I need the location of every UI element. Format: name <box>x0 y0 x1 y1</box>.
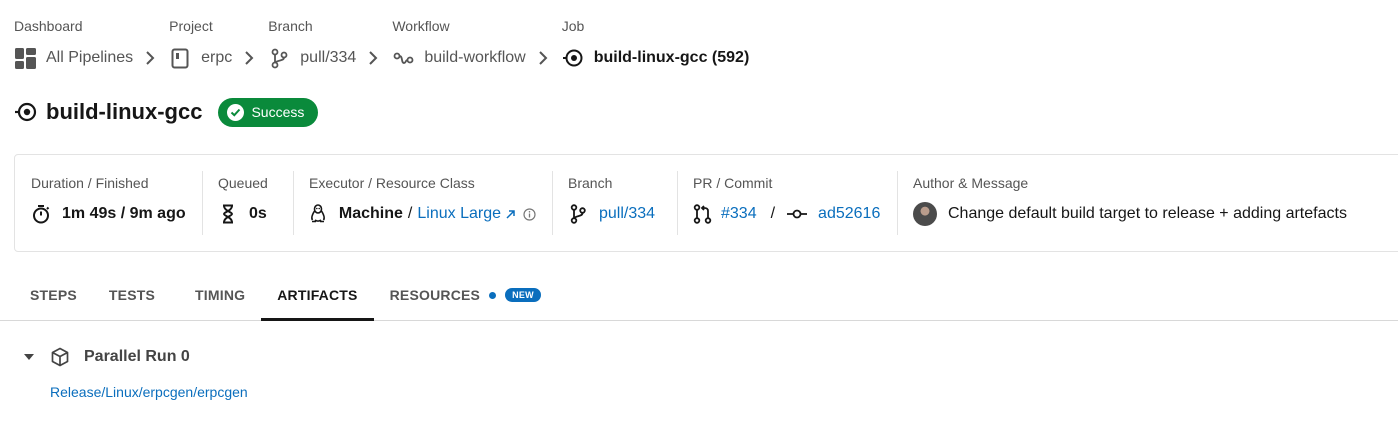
author-cell: Author & Message Change default build ta… <box>897 155 1397 251</box>
chevron-right-icon <box>242 47 256 69</box>
tab-label: STEPS <box>30 287 77 303</box>
breadcrumb-text: build-workflow <box>424 49 526 66</box>
breadcrumb-text-current: build-linux-gcc (592) <box>593 49 750 66</box>
breadcrumb-dashboard: Dashboard All Pipelines <box>14 18 133 69</box>
breadcrumb: Dashboard All Pipelines Project erpc Bra… <box>14 18 749 69</box>
repository-icon <box>169 47 191 69</box>
info-icon[interactable] <box>523 207 536 221</box>
executor-value-row: Machine / Linux Large <box>309 203 536 225</box>
breadcrumb-label: Branch <box>268 18 313 34</box>
workflow-icon <box>392 47 414 69</box>
executor-cell: Executor / Resource Class Machine / Linu… <box>293 155 552 251</box>
commit-message: Change default build target to release +… <box>948 205 1347 222</box>
job-icon <box>562 47 584 69</box>
commit-link[interactable]: ad52616 <box>818 205 880 223</box>
tab-timing[interactable]: TIMING <box>179 270 261 320</box>
queued-value-row: 0s <box>218 203 277 225</box>
pr-commit-value-row: #334 / ad52616 <box>693 203 881 225</box>
job-info-panel: Duration / Finished 1m 49s / 9m ago Queu… <box>14 154 1398 252</box>
branch-value-row: pull/334 <box>568 203 661 225</box>
duration-label: Duration / Finished <box>31 175 149 191</box>
parallel-run-header[interactable]: Parallel Run 0 <box>22 346 190 368</box>
git-branch-icon <box>268 47 290 69</box>
breadcrumb-label: Workflow <box>392 18 450 34</box>
breadcrumb-project: Project erpc <box>169 18 232 69</box>
executor-type: Machine <box>338 205 403 222</box>
branch-link[interactable]: pull/334 <box>599 205 655 223</box>
breadcrumb-workflow: Workflow build-workflow <box>392 18 525 69</box>
breadcrumb-text: pull/334 <box>300 49 357 66</box>
page-title: build-linux-gcc <box>46 99 203 124</box>
executor-label: Executor / Resource Class <box>309 175 475 191</box>
avatar <box>913 202 937 226</box>
commit-icon <box>787 204 808 224</box>
breadcrumb-label: Job <box>561 18 585 34</box>
chevron-right-icon <box>366 47 380 69</box>
branch-link[interactable]: pull/334 <box>268 47 356 69</box>
status-badge: Success <box>218 97 319 127</box>
queued-label: Queued <box>218 175 268 191</box>
tab-label: ARTIFACTS <box>277 287 358 303</box>
tab-artifacts[interactable]: ARTIFACTS <box>261 270 374 321</box>
breadcrumb-text: erpc <box>201 49 233 66</box>
dashboard-grid-icon <box>14 47 36 69</box>
git-branch-icon <box>568 204 588 224</box>
tab-label: TIMING <box>195 287 246 303</box>
external-link-icon[interactable] <box>505 209 516 220</box>
branch-label: Branch <box>568 175 613 191</box>
duration-cell: Duration / Finished 1m 49s / 9m ago <box>15 155 202 251</box>
breadcrumb-label: Dashboard <box>14 18 83 34</box>
author-value-row: Change default build target to release +… <box>913 202 1381 226</box>
pr-commit-divider: / <box>770 205 776 222</box>
pr-commit-cell: PR / Commit #334 / ad52616 <box>677 155 897 251</box>
linux-penguin-icon <box>309 204 328 224</box>
cube-icon <box>50 347 70 367</box>
duration-value: 1m 49s / 9m ago <box>62 205 186 222</box>
chevron-right-icon <box>143 47 157 69</box>
pr-commit-label: PR / Commit <box>693 175 773 191</box>
breadcrumb-job: Job build-linux-gcc (592) <box>561 18 750 69</box>
project-link[interactable]: erpc <box>169 47 232 69</box>
all-pipelines-link[interactable]: All Pipelines <box>14 47 133 69</box>
breadcrumb-label: Project <box>169 18 213 34</box>
parallel-run-title: Parallel Run 0 <box>84 348 190 365</box>
job-header: build-linux-gcc Success <box>14 97 319 127</box>
job-icon <box>14 100 38 124</box>
tab-tests[interactable]: TESTS <box>93 270 179 320</box>
caret-down-icon[interactable] <box>22 350 36 364</box>
branch-cell: Branch pull/334 <box>552 155 677 251</box>
tab-label: TESTS <box>108 287 156 303</box>
queued-cell: Queued 0s <box>202 155 293 251</box>
new-indicator-dot <box>489 291 497 299</box>
executor-divider: / <box>407 205 413 222</box>
chevron-right-icon <box>536 47 550 69</box>
pull-request-icon <box>693 204 713 224</box>
pull-request-link[interactable]: #334 <box>721 205 757 223</box>
status-text: Success <box>251 104 305 120</box>
tab-resources[interactable]: RESOURCES NEW <box>374 270 557 320</box>
hourglass-icon <box>218 204 238 224</box>
resource-class-link[interactable]: Linux Large <box>417 205 501 223</box>
workflow-link[interactable]: build-workflow <box>392 47 526 69</box>
tab-steps[interactable]: STEPS <box>14 270 93 320</box>
stopwatch-icon <box>31 204 51 224</box>
breadcrumb-branch: Branch pull/334 <box>268 18 356 69</box>
breadcrumb-text: All Pipelines <box>46 49 134 66</box>
job-tabs: STEPS TESTS TIMING ARTIFACTS RESOURCES N… <box>0 270 1398 321</box>
duration-value-row: 1m 49s / 9m ago <box>31 203 186 225</box>
check-circle-icon <box>227 103 245 121</box>
new-badge: NEW <box>505 288 541 302</box>
artifact-file-link[interactable]: Release/Linux/erpcgen/erpcgen <box>50 384 248 400</box>
job-link[interactable]: build-linux-gcc (592) <box>562 47 750 69</box>
author-label: Author & Message <box>913 175 1029 191</box>
tab-label: RESOURCES <box>389 287 481 303</box>
queued-value: 0s <box>249 205 267 222</box>
